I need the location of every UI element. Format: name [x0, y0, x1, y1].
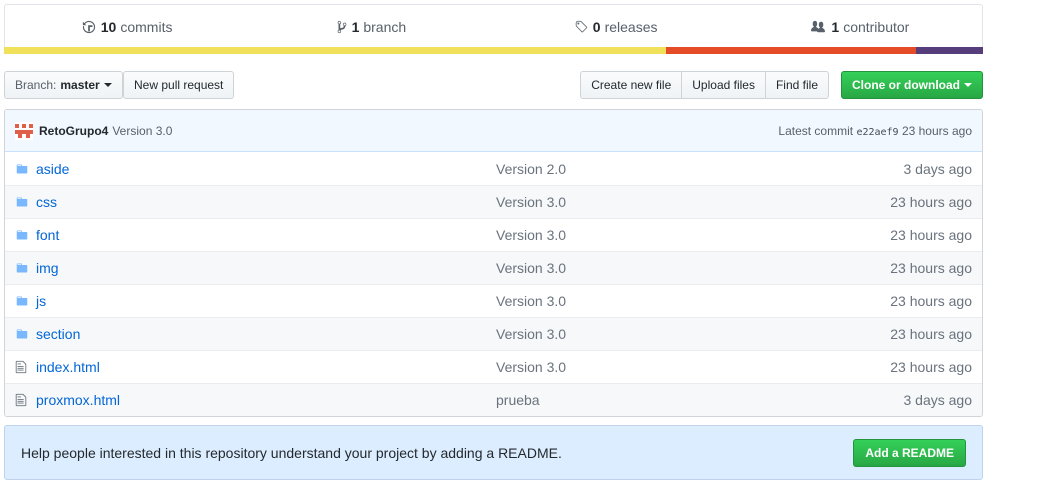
- file-age: 3 days ago: [903, 160, 973, 177]
- file-commit-message[interactable]: Version 3.0: [496, 260, 890, 276]
- file-name[interactable]: aside: [36, 161, 496, 177]
- commits-count: 10: [100, 18, 117, 35]
- new-pull-request-button[interactable]: New pull request: [123, 71, 235, 99]
- commits-label: commits: [120, 18, 173, 35]
- commit-message[interactable]: Version 3.0: [112, 124, 172, 138]
- file-age: 23 hours ago: [890, 260, 972, 276]
- table-row[interactable]: aside Version 2.0 3 days ago: [5, 152, 982, 185]
- file-commit-message[interactable]: Version 2.0: [496, 161, 904, 177]
- branch-select-button[interactable]: Branch: master: [4, 71, 123, 99]
- table-row[interactable]: index.html Version 3.0 23 hours ago: [5, 350, 982, 383]
- language-bar[interactable]: [4, 47, 983, 54]
- file-age: 3 days ago: [903, 392, 973, 408]
- file-age: 23 hours ago: [890, 293, 972, 309]
- readme-prompt-text: Help people interested in this repositor…: [21, 444, 562, 461]
- create-new-file-button[interactable]: Create new file: [580, 71, 683, 99]
- repo-summary: 10 commits 1 branch 0 releases 1 contrib…: [4, 4, 983, 54]
- folder-icon: [15, 328, 31, 340]
- language-segment: [916, 47, 983, 54]
- branch-label: Branch:: [15, 78, 57, 92]
- find-file-button[interactable]: Find file: [764, 71, 829, 99]
- file-name[interactable]: font: [36, 227, 496, 243]
- file-age: 23 hours ago: [890, 326, 972, 342]
- file-age: 23 hours ago: [890, 194, 972, 210]
- releases-label: releases: [604, 18, 658, 35]
- readme-prompt: Help people interested in this repositor…: [4, 425, 983, 480]
- file-commit-message[interactable]: prueba: [496, 392, 904, 408]
- commit-age: 23 hours ago: [901, 123, 972, 138]
- file-commit-message[interactable]: Version 3.0: [496, 359, 890, 375]
- folder-icon: [15, 163, 31, 175]
- commit-sha[interactable]: e22aef9: [856, 127, 898, 138]
- file-name[interactable]: index.html: [36, 359, 496, 375]
- chevron-down-icon: [964, 83, 972, 87]
- history-icon: [82, 20, 96, 34]
- language-segment: [4, 47, 666, 54]
- file-commit-message[interactable]: Version 3.0: [496, 227, 890, 243]
- file-commit-message[interactable]: Version 3.0: [496, 326, 890, 342]
- table-row[interactable]: js Version 3.0 23 hours ago: [5, 284, 982, 317]
- file-list: RetoGrupo4 Version 3.0 Latest commit e22…: [4, 109, 983, 417]
- table-row[interactable]: section Version 3.0 23 hours ago: [5, 317, 982, 350]
- file-name[interactable]: js: [36, 293, 496, 309]
- branch-value: master: [60, 78, 100, 92]
- upload-files-button[interactable]: Upload files: [681, 71, 766, 99]
- releases-count: 0: [592, 18, 601, 35]
- contributors-label: contributor: [843, 18, 910, 35]
- file-age: 23 hours ago: [890, 359, 972, 375]
- people-icon: [810, 20, 826, 34]
- file-icon: [15, 360, 31, 374]
- language-segment: [665, 47, 917, 54]
- file-icon: [15, 393, 31, 407]
- contributors-count: 1: [831, 18, 840, 35]
- file-name[interactable]: proxmox.html: [36, 392, 496, 408]
- file-name[interactable]: section: [36, 326, 496, 342]
- table-row[interactable]: css Version 3.0 23 hours ago: [5, 185, 982, 218]
- file-rows: aside Version 2.0 3 days ago css Version…: [5, 152, 982, 416]
- tag-icon: [574, 20, 588, 34]
- summary-stats: 10 commits 1 branch 0 releases 1 contrib…: [5, 5, 982, 48]
- branch-icon: [337, 20, 347, 34]
- releases-stat[interactable]: 0 releases: [494, 19, 738, 35]
- branches-stat[interactable]: 1 branch: [249, 19, 493, 35]
- file-age: 23 hours ago: [890, 227, 972, 243]
- file-commit-message[interactable]: Version 3.0: [496, 293, 890, 309]
- file-commit-message[interactable]: Version 3.0: [496, 194, 890, 210]
- latest-commit-label: Latest commit: [778, 123, 854, 138]
- clone-download-button[interactable]: Clone or download: [841, 71, 983, 99]
- folder-icon: [15, 229, 31, 241]
- commit-author[interactable]: RetoGrupo4: [39, 124, 108, 138]
- file-navigation: Branch: master New pull request Create n…: [4, 71, 983, 99]
- file-name[interactable]: img: [36, 260, 496, 276]
- folder-icon: [15, 196, 31, 208]
- commit-tease: RetoGrupo4 Version 3.0 Latest commit e22…: [5, 110, 982, 152]
- clone-label: Clone or download: [852, 78, 960, 92]
- table-row[interactable]: proxmox.html prueba 3 days ago: [5, 383, 982, 416]
- file-name[interactable]: css: [36, 194, 496, 210]
- add-readme-button[interactable]: Add a README: [853, 438, 966, 467]
- branches-count: 1: [351, 18, 360, 35]
- chevron-down-icon: [103, 83, 112, 87]
- folder-icon: [15, 295, 31, 307]
- avatar[interactable]: [15, 121, 33, 140]
- folder-icon: [15, 262, 31, 274]
- file-actions-group: Create new file Upload files Find file: [580, 71, 829, 99]
- latest-commit-info: Latest commit e22aef9 23 hours ago: [778, 124, 972, 138]
- table-row[interactable]: font Version 3.0 23 hours ago: [5, 218, 982, 251]
- branches-label: branch: [363, 18, 407, 35]
- commits-stat[interactable]: 10 commits: [5, 19, 249, 35]
- contributors-stat[interactable]: 1 contributor: [738, 19, 982, 35]
- table-row[interactable]: img Version 3.0 23 hours ago: [5, 251, 982, 284]
